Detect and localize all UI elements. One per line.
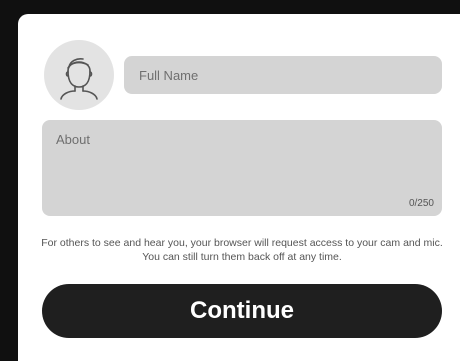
character-counter: 0/250 (408, 198, 434, 209)
about-textarea[interactable] (42, 120, 442, 216)
full-name-input[interactable] (124, 56, 442, 94)
avatar[interactable] (44, 40, 114, 110)
user-avatar-icon (60, 58, 98, 100)
profile-setup-card: 0/250 For others to see and hear you, yo… (18, 14, 460, 361)
about-field: 0/250 (42, 120, 442, 216)
permissions-notice: For others to see and hear you, your bro… (41, 237, 443, 263)
continue-button[interactable]: Continue (42, 284, 442, 338)
